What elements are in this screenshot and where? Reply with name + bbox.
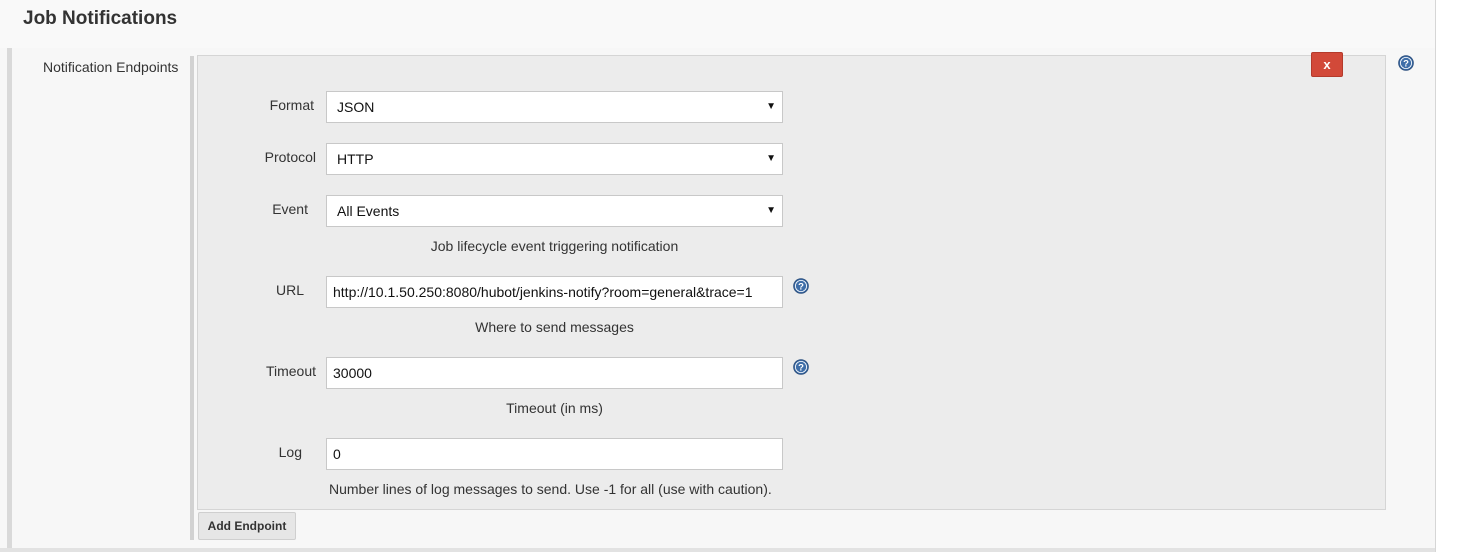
format-select[interactable]: JSON ▼ [326, 91, 783, 123]
url-label: URL [275, 282, 304, 298]
event-select[interactable]: All Events ▼ [326, 195, 783, 227]
help-icon[interactable]: ? [793, 359, 809, 375]
protocol-label: Protocol [264, 149, 316, 165]
section-indent-bar [7, 48, 12, 548]
format-select-value: JSON [337, 99, 375, 115]
svg-text:?: ? [798, 282, 804, 293]
delete-endpoint-button[interactable]: x [1311, 52, 1343, 77]
protocol-select[interactable]: HTTP ▼ [326, 143, 783, 175]
section-bottom-divider [0, 548, 1435, 552]
format-label: Format [269, 97, 314, 113]
event-label: Event [272, 201, 308, 217]
section-header: Job Notifications [0, 0, 1436, 49]
help-icon[interactable]: ? [793, 278, 809, 294]
timeout-input[interactable] [326, 357, 783, 389]
event-description: Job lifecycle event triggering notificat… [430, 238, 679, 254]
notification-endpoints-label: Notification Endpoints [43, 59, 179, 75]
log-input[interactable] [326, 438, 783, 470]
log-label: Log [278, 444, 302, 460]
timeout-label: Timeout [265, 363, 316, 379]
section-title: Job Notifications [23, 8, 178, 29]
protocol-select-value: HTTP [337, 151, 374, 167]
chevron-down-icon: ▼ [766, 205, 776, 216]
log-description: Number lines of log messages to send. Us… [329, 481, 772, 497]
add-endpoint-button[interactable]: Add Endpoint [198, 512, 296, 540]
repeatable-indent-bar [190, 56, 194, 540]
url-input[interactable] [326, 276, 783, 308]
chevron-down-icon: ▼ [766, 101, 776, 112]
job-notifications-page: Job Notifications Notification Endpoints… [0, 0, 1474, 552]
help-icon[interactable]: ? [1398, 55, 1414, 71]
timeout-description: Timeout (in ms) [506, 400, 603, 416]
page-divider [1435, 0, 1436, 552]
chevron-down-icon: ▼ [766, 153, 776, 164]
url-description: Where to send messages [475, 319, 634, 335]
event-select-value: All Events [337, 203, 400, 219]
svg-text:?: ? [1403, 59, 1409, 70]
svg-text:?: ? [798, 363, 804, 374]
